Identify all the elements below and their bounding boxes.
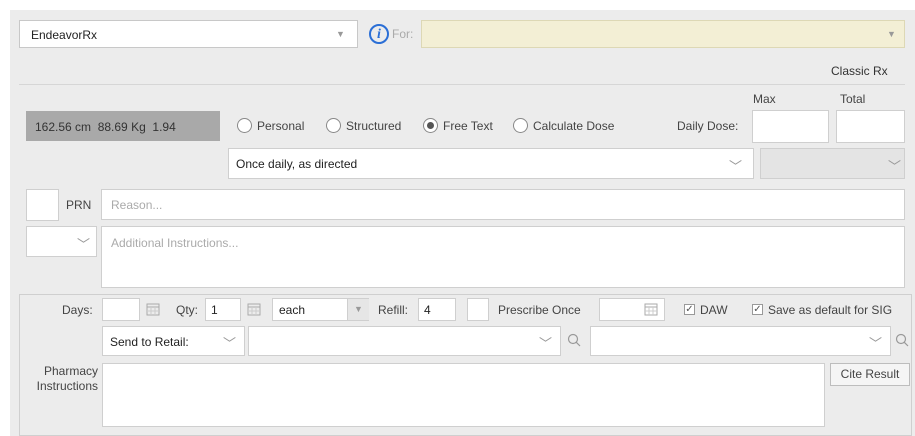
chevron-down-icon: ▼ (336, 29, 345, 39)
unit-dropdown-button[interactable]: ▼ (347, 299, 369, 320)
chevron-down-icon: ﹀ (223, 336, 237, 351)
radio-free-text[interactable] (423, 118, 438, 133)
radio-calculate-dose-label: Calculate Dose (533, 119, 615, 133)
prescribe-once-label: Prescribe Once (498, 303, 581, 317)
radio-calculate-dose[interactable] (513, 118, 528, 133)
chevron-down-icon: ﹀ (729, 159, 743, 174)
drug-select-value: EndeavorRx (31, 28, 98, 42)
radio-personal[interactable] (237, 118, 252, 133)
instruction-type-select[interactable]: ﹀ (26, 226, 97, 257)
calendar-icon[interactable] (146, 302, 160, 316)
section-divider (19, 84, 905, 85)
daw-checkbox[interactable]: ✓ (684, 304, 695, 315)
radio-free-text-label: Free Text (443, 119, 493, 133)
chevron-down-icon: ▼ (354, 304, 363, 314)
patient-stats: 162.56 cm 88.69 Kg 1.94 (26, 111, 220, 141)
refill-label: Refill: (378, 303, 409, 317)
prescribe-once-checkbox[interactable] (467, 298, 489, 321)
refill-input[interactable]: 4 (418, 298, 456, 321)
days-label: Days: (62, 303, 93, 317)
chevron-down-icon: ﹀ (77, 237, 91, 252)
unit-value: each (279, 303, 306, 317)
refill-value: 4 (424, 303, 431, 317)
search-icon[interactable] (567, 333, 581, 347)
calendar-icon[interactable] (247, 302, 261, 316)
for-label: For: (392, 27, 414, 41)
radio-structured-label: Structured (346, 119, 402, 133)
daily-dose-total-input[interactable] (836, 110, 905, 143)
search-icon[interactable] (895, 333, 909, 347)
days-input[interactable] (102, 298, 140, 321)
drug-select[interactable]: EndeavorRx ▼ (19, 20, 358, 48)
save-default-label: Save as default for SIG (768, 303, 893, 317)
send-to-select[interactable]: Send to Retail: ﹀ (102, 326, 245, 356)
prn-label: PRN (66, 198, 92, 212)
daily-dose-label: Daily Dose: (677, 119, 739, 133)
pharmacy-label-line1: Pharmacy (43, 364, 98, 378)
daily-dose-max-input[interactable] (752, 110, 829, 143)
pharmacy-label-line2: Instructions (36, 379, 98, 393)
pharmacy-instructions-input[interactable] (102, 363, 825, 427)
qty-input[interactable]: 1 (205, 298, 241, 321)
unit-select[interactable]: each ▼ (272, 298, 369, 321)
chevron-down-icon: ﹀ (888, 159, 902, 174)
chevron-down-icon: ▼ (887, 29, 896, 39)
calendar-icon[interactable] (644, 302, 658, 316)
cite-result-button[interactable]: Cite Result (830, 363, 910, 386)
pharmacy-select[interactable]: ﹀ (248, 326, 561, 356)
prn-reason-input[interactable]: Reason... (101, 189, 905, 220)
sig-select-value: Once daily, as directed (236, 157, 358, 171)
cite-result-label: Cite Result (840, 367, 900, 381)
classic-rx-label[interactable]: Classic Rx (831, 64, 888, 78)
prn-checkbox[interactable] (26, 189, 59, 221)
for-field[interactable]: ▼ (421, 20, 905, 48)
total-label: Total (840, 92, 866, 106)
sig-secondary-select[interactable]: ﹀ (760, 148, 905, 179)
max-label: Max (753, 92, 776, 106)
radio-structured[interactable] (326, 118, 341, 133)
sig-select[interactable]: Once daily, as directed ﹀ (228, 148, 754, 179)
qty-value: 1 (211, 303, 218, 317)
patient-stats-text: 162.56 cm 88.69 Kg 1.94 (35, 120, 176, 134)
prescriber-select[interactable]: ﹀ (590, 326, 891, 356)
pharmacy-instructions-label: Pharmacy Instructions (22, 364, 98, 394)
additional-instructions-placeholder: Additional Instructions... (111, 236, 239, 250)
save-default-checkbox[interactable]: ✓ (752, 304, 763, 315)
additional-instructions-input[interactable]: Additional Instructions... (101, 226, 905, 288)
radio-personal-label: Personal (257, 119, 305, 133)
prescribe-once-date-input[interactable] (599, 298, 665, 321)
chevron-down-icon: ﹀ (869, 336, 883, 351)
info-icon[interactable]: i (369, 24, 389, 44)
chevron-down-icon: ﹀ (539, 336, 553, 351)
qty-label: Qty: (176, 303, 199, 317)
send-to-value: Send to Retail: (110, 335, 189, 349)
daw-label: DAW (700, 303, 728, 317)
prn-reason-placeholder: Reason... (111, 198, 163, 212)
